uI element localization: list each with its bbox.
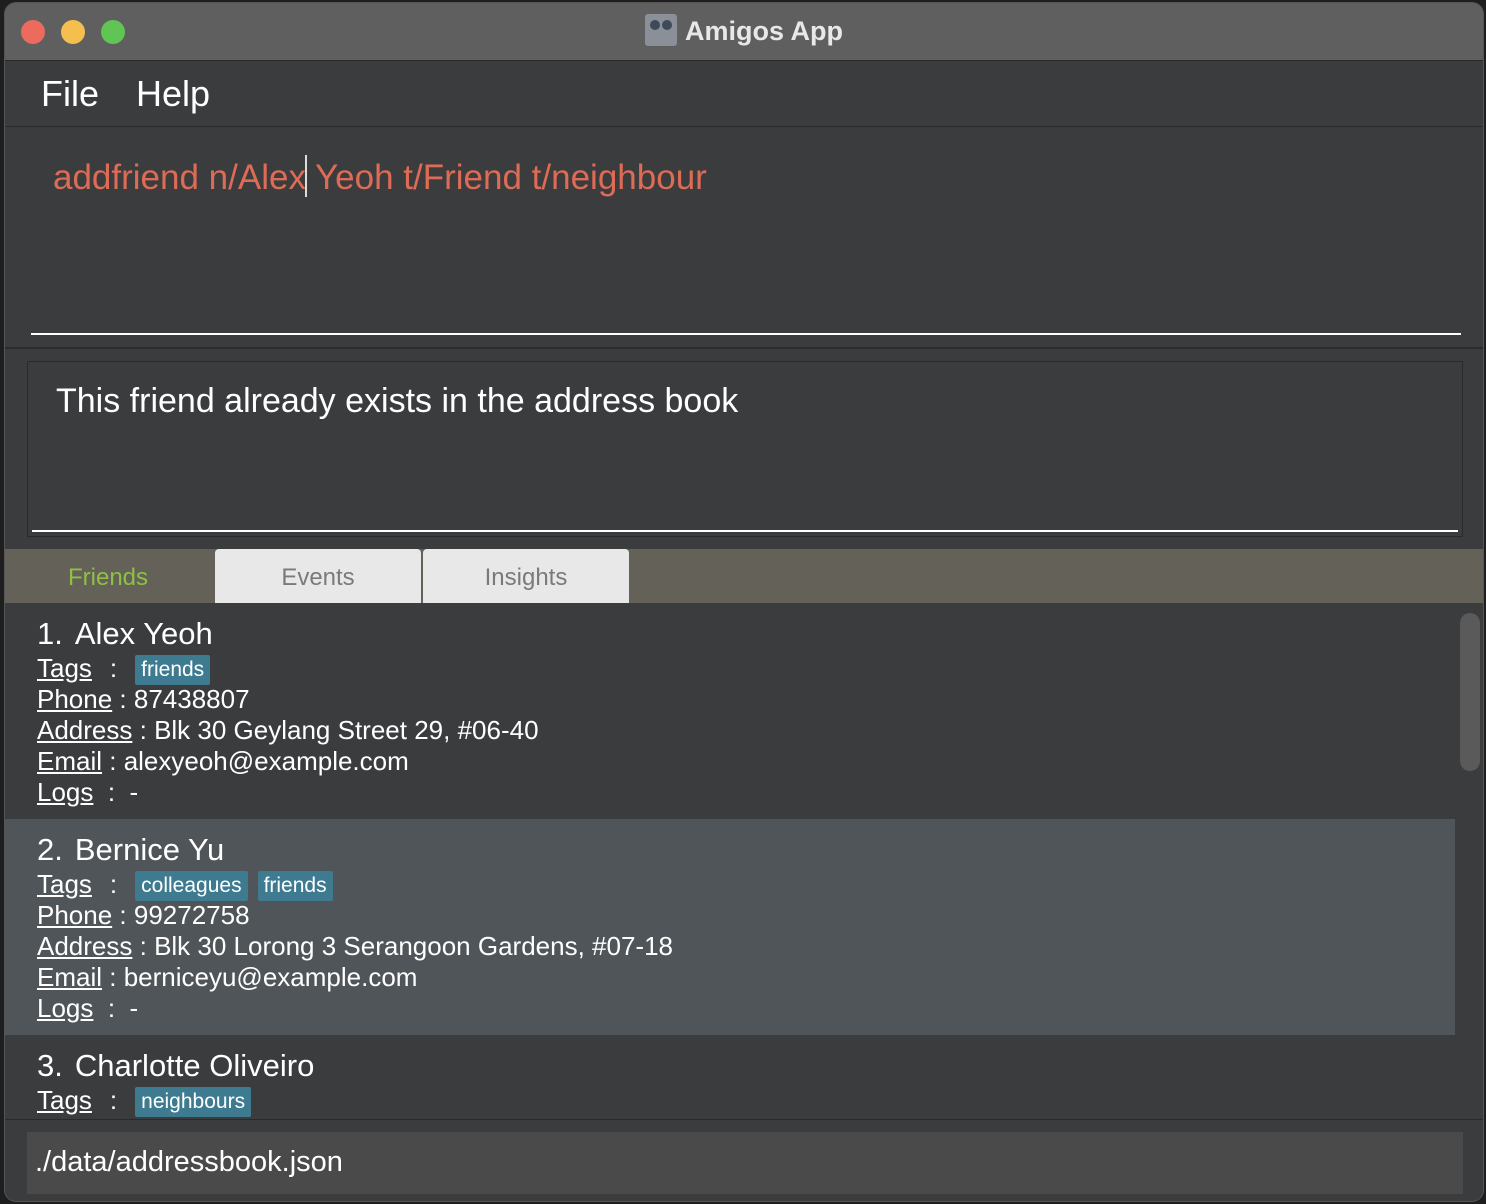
friend-name: Alex Yeoh: [74, 616, 213, 651]
separator: :: [132, 715, 155, 745]
separator: :: [112, 684, 134, 714]
friend-name-row: 2. Bernice Yu: [37, 831, 1455, 869]
command-underline: [31, 333, 1461, 335]
phone-row: Phone : 87438807: [37, 684, 1455, 715]
address-label: Address: [37, 931, 133, 961]
command-input[interactable]: addfriend n/Alex Yeoh t/Friend t/neighbo…: [53, 155, 707, 198]
separator: :: [109, 1085, 118, 1115]
separator: :: [93, 777, 130, 807]
result-message: This friend already exists in the addres…: [56, 382, 739, 420]
scrollbar-thumb[interactable]: [1460, 613, 1480, 771]
tag-badge: neighbours: [135, 1087, 252, 1117]
logs-row: Logs : -: [37, 777, 1455, 808]
phone-value: 87438807: [133, 684, 250, 714]
address-row: Address : Blk 30 Geylang Street 29, #06-…: [37, 715, 1455, 746]
tag-badge: friends: [135, 655, 211, 685]
tags-row: Tags: friends: [37, 653, 1455, 685]
status-bar: ./data/addressbook.json: [5, 1119, 1483, 1201]
tab-insights[interactable]: Insights: [423, 549, 629, 603]
tags-label: Tags: [37, 869, 92, 899]
separator: :: [132, 931, 155, 961]
friend-name: Charlotte Oliveiro: [74, 1048, 315, 1083]
logs-value: -: [129, 777, 139, 807]
logs-value: -: [129, 993, 139, 1023]
tags-row: Tags: colleagues friends: [37, 869, 1455, 901]
tab-friends[interactable]: Friends: [5, 549, 211, 603]
separator: :: [109, 653, 118, 683]
friend-list[interactable]: 1. Alex Yeoh Tags: friends Phone : 8743880…: [5, 603, 1455, 1119]
tab-events[interactable]: Events: [215, 549, 421, 603]
friend-index: 2.: [37, 832, 63, 867]
separator: :: [102, 962, 124, 992]
address-row: Address : Blk 30 Lorong 3 Serangoon Gard…: [37, 931, 1455, 962]
menu-bar: File Help: [5, 61, 1483, 127]
menu-file[interactable]: File: [41, 73, 99, 115]
phone-value: 99272758: [133, 900, 250, 930]
friend-card[interactable]: 1. Alex Yeoh Tags: friends Phone : 8743880…: [5, 603, 1455, 819]
result-display: This friend already exists in the addres…: [27, 361, 1463, 537]
separator: :: [93, 993, 130, 1023]
email-label: Email: [37, 746, 103, 776]
email-row: Email : alexyeoh@example.com: [37, 746, 1455, 777]
friend-name-row: 1. Alex Yeoh: [37, 615, 1455, 653]
tag-badge: friends: [257, 871, 333, 901]
tags-label: Tags: [37, 1085, 92, 1115]
logs-row: Logs : -: [37, 993, 1455, 1024]
tags-label: Tags: [37, 653, 92, 683]
email-value: alexyeoh@example.com: [123, 746, 409, 776]
email-value: berniceyu@example.com: [123, 962, 418, 992]
friend-card[interactable]: 3. Charlotte Oliveiro Tags: neighbours: [5, 1035, 1455, 1119]
tab-bar: Friends Events Insights: [5, 549, 1483, 603]
email-label: Email: [37, 962, 103, 992]
status-box: ./data/addressbook.json: [27, 1132, 1463, 1194]
save-location: ./data/addressbook.json: [35, 1146, 343, 1178]
command-text-before-caret: addfriend n/Alex: [53, 158, 306, 197]
friend-name: Bernice Yu: [74, 832, 225, 867]
friend-index: 1.: [37, 616, 63, 651]
friend-card[interactable]: 2. Bernice Yu Tags: colleagues friends Phon…: [5, 819, 1455, 1035]
phone-row: Phone : 99272758: [37, 900, 1455, 931]
window-title: Amigos App: [685, 16, 843, 46]
separator: :: [109, 869, 118, 899]
app-window: Amigos App File Help addfriend n/Alex Ye…: [4, 2, 1484, 1202]
address-value: Blk 30 Geylang Street 29, #06-40: [154, 715, 539, 745]
tag-badge: colleagues: [135, 871, 248, 901]
phone-label: Phone: [37, 900, 113, 930]
app-icon: [645, 14, 677, 46]
window-title-group: Amigos App: [5, 14, 1483, 47]
command-text-after-caret: Yeoh t/Friend t/neighbour: [305, 158, 707, 197]
logs-label: Logs: [37, 777, 94, 807]
title-bar: Amigos App: [5, 3, 1483, 61]
friend-name-row: 3. Charlotte Oliveiro: [37, 1047, 1455, 1085]
separator: :: [112, 900, 134, 930]
email-row: Email : berniceyu@example.com: [37, 962, 1455, 993]
menu-help[interactable]: Help: [136, 73, 210, 115]
phone-label: Phone: [37, 684, 113, 714]
logs-label: Logs: [37, 993, 94, 1023]
result-underline: [32, 530, 1458, 532]
friend-index: 3.: [37, 1048, 63, 1083]
address-value: Blk 30 Lorong 3 Serangoon Gardens, #07-1…: [154, 931, 673, 961]
address-label: Address: [37, 715, 133, 745]
separator: :: [102, 746, 124, 776]
command-box[interactable]: addfriend n/Alex Yeoh t/Friend t/neighbo…: [5, 127, 1483, 349]
tags-row: Tags: neighbours: [37, 1085, 1455, 1117]
